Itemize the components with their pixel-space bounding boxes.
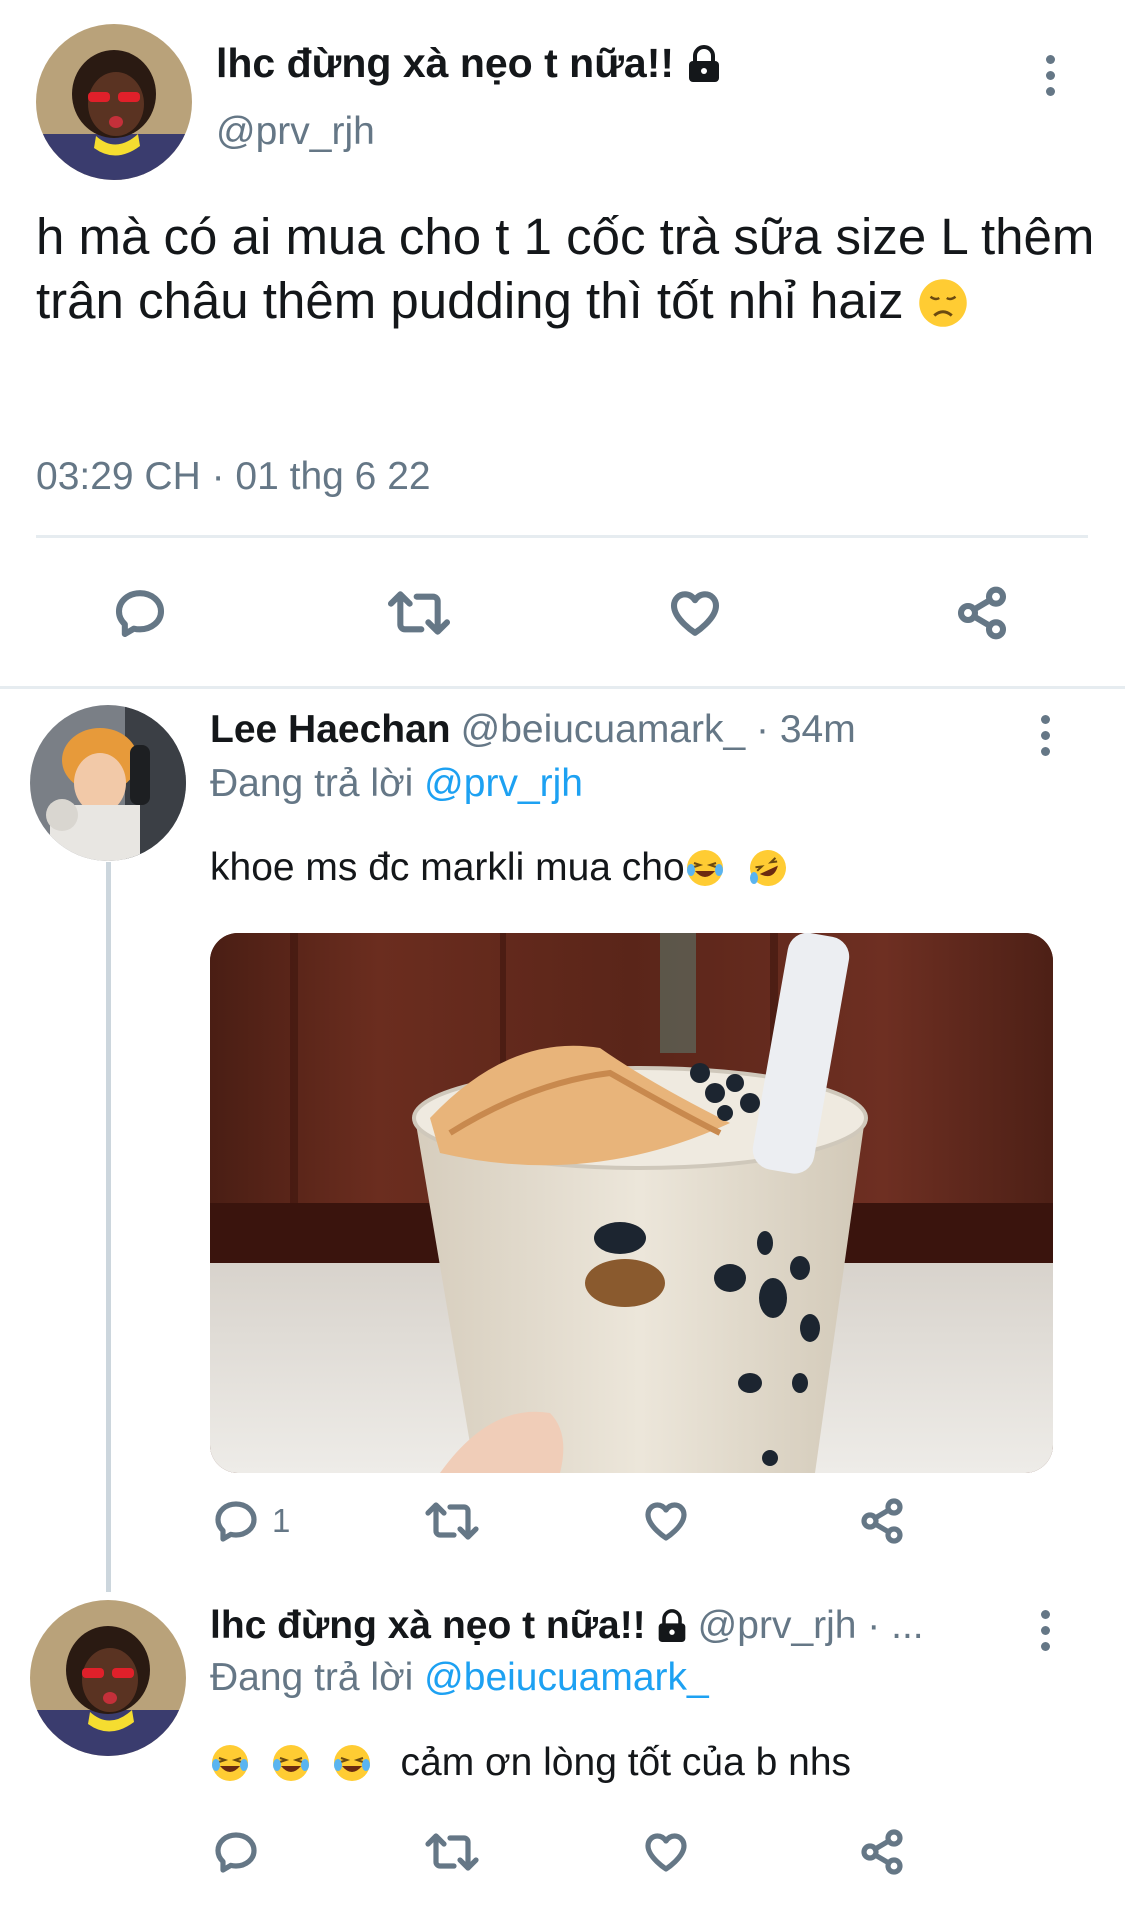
share-icon [861, 1829, 903, 1875]
reply-header: lhc đừng xà nẹo t nữa!! @prv_rjh · ... [210, 1604, 924, 1648]
mention-link[interactable]: @beiucuamark_ [424, 1656, 709, 1699]
divider [36, 535, 1088, 538]
tweet-timestamp: 03:29 CH · 01 thg 6 22 [36, 455, 431, 498]
reply-icon [115, 590, 165, 638]
more-icon[interactable] [1035, 55, 1065, 96]
reply-icon [215, 1832, 257, 1873]
share-button[interactable] [954, 585, 1010, 641]
like-icon [645, 1502, 687, 1541]
main-display-name-row: lhc đừng xà nẹo t nữa!! [216, 40, 722, 87]
retweet-icon [425, 1502, 479, 1540]
reply-text: khoe ms đc markli mua cho [210, 846, 788, 890]
share-button[interactable] [858, 1497, 906, 1545]
reply-button[interactable]: 1 [212, 1497, 290, 1545]
retweet-icon [387, 591, 451, 635]
section-divider [0, 686, 1125, 689]
like-icon [670, 591, 720, 636]
share-button[interactable] [858, 1828, 906, 1876]
replying-to: Đang trả lời @prv_rjh [210, 762, 583, 805]
like-button[interactable] [642, 1497, 690, 1545]
retweet-icon [425, 1833, 479, 1871]
reply-meta: @beiucuamark_ · 34m [460, 708, 856, 751]
more-icon[interactable] [1030, 1610, 1060, 1651]
reply-button[interactable] [212, 1828, 260, 1876]
laughing-emoji [333, 1745, 370, 1781]
reply-header: Lee Haechan @beiucuamark_ · 34m [210, 708, 856, 752]
like-button[interactable] [667, 585, 723, 641]
share-icon [861, 1498, 903, 1544]
share-icon [957, 586, 1007, 640]
reply-button[interactable] [112, 585, 168, 641]
mention-link[interactable]: @prv_rjh [424, 762, 583, 805]
reply-count: 1 [272, 1502, 291, 1539]
retweet-button[interactable] [384, 585, 454, 641]
more-icon[interactable] [1030, 715, 1060, 756]
laughing-emoji [212, 1745, 248, 1781]
reply-text: cảm ơn lòng tốt của b nhs [210, 1741, 851, 1785]
thread-line [106, 862, 111, 1592]
sad-face-emoji [919, 279, 967, 327]
tweet-text: h mà có ai mua cho t 1 cốc trà sữa size … [36, 208, 1095, 329]
reply-icon [215, 1501, 257, 1542]
retweet-button[interactable] [422, 1828, 482, 1876]
like-icon [645, 1833, 687, 1872]
reply-display-name[interactable]: lhc đừng xà nẹo t nữa!! [210, 1604, 646, 1648]
lock-icon [658, 1609, 686, 1642]
reply-avatar[interactable] [30, 705, 186, 861]
laughing-emoji [272, 1745, 309, 1781]
lock-icon [689, 44, 720, 82]
rofl-emoji [749, 850, 786, 886]
reply-display-name[interactable]: Lee Haechan [210, 708, 451, 752]
main-handle[interactable]: @prv_rjh [216, 110, 375, 154]
replying-to: Đang trả lời @beiucuamark_ [210, 1656, 709, 1699]
retweet-button[interactable] [422, 1497, 482, 1545]
reply-meta: @prv_rjh · ... [697, 1604, 924, 1647]
reply-avatar[interactable] [30, 1600, 186, 1756]
like-button[interactable] [642, 1828, 690, 1876]
tweet-photo[interactable] [210, 933, 1053, 1473]
main-display-name: lhc đừng xà nẹo t nữa!! [216, 40, 675, 86]
laughing-emoji [686, 850, 723, 886]
main-avatar[interactable] [36, 24, 192, 180]
